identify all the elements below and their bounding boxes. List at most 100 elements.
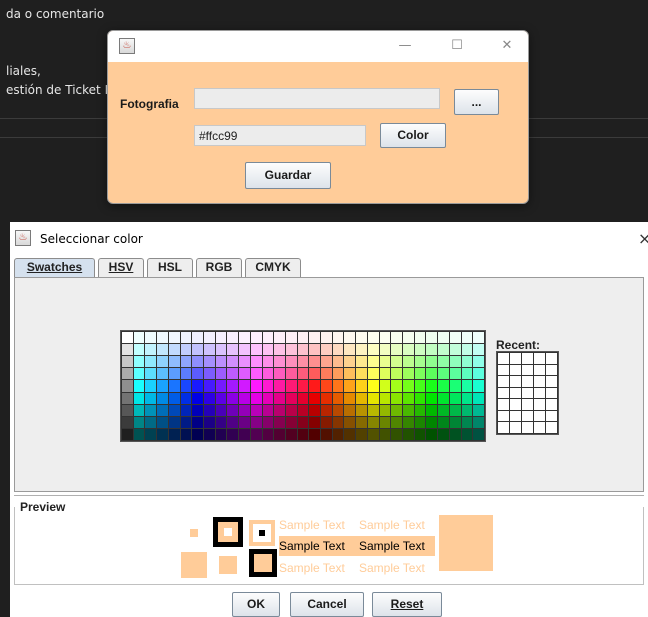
color-swatch[interactable] [180, 416, 192, 428]
color-swatch[interactable] [227, 332, 239, 344]
color-swatch[interactable] [262, 344, 274, 356]
color-swatch[interactable] [157, 416, 168, 428]
color-swatch[interactable] [344, 368, 356, 380]
color-swatch[interactable] [192, 428, 203, 440]
color-swatch[interactable] [391, 404, 403, 416]
color-swatch[interactable] [227, 380, 239, 392]
color-swatch[interactable] [133, 416, 145, 428]
color-swatch[interactable] [449, 356, 461, 368]
color-swatch[interactable] [145, 332, 157, 344]
recent-swatch[interactable] [546, 387, 557, 399]
color-swatch[interactable] [274, 392, 285, 404]
color-swatch[interactable] [274, 368, 285, 380]
color-swatch[interactable] [367, 332, 379, 344]
color-swatch[interactable] [438, 404, 449, 416]
color-swatch[interactable] [367, 392, 379, 404]
color-swatch[interactable] [461, 404, 473, 416]
color-swatch[interactable] [145, 416, 157, 428]
color-swatch[interactable] [203, 380, 215, 392]
color-swatch[interactable] [285, 368, 297, 380]
close-button[interactable]: ✕ [496, 37, 518, 55]
color-swatch[interactable] [122, 428, 133, 440]
color-swatch[interactable] [145, 356, 157, 368]
color-swatch[interactable] [180, 392, 192, 404]
color-swatch[interactable] [321, 332, 332, 344]
save-button[interactable]: Guardar [245, 162, 331, 189]
color-swatch[interactable] [379, 356, 391, 368]
recent-swatch[interactable] [534, 364, 545, 376]
color-swatch[interactable] [367, 404, 379, 416]
color-swatch[interactable] [227, 392, 239, 404]
recent-swatch[interactable] [510, 364, 521, 376]
color-swatch[interactable] [274, 344, 285, 356]
color-swatch[interactable] [180, 368, 192, 380]
color-swatch[interactable] [215, 416, 227, 428]
color-swatch[interactable] [192, 332, 203, 344]
color-swatch[interactable] [297, 368, 309, 380]
color-swatch[interactable] [391, 380, 403, 392]
color-swatch[interactable] [145, 344, 157, 356]
color-swatch[interactable] [332, 356, 344, 368]
color-swatch[interactable] [332, 416, 344, 428]
color-swatch[interactable] [391, 428, 403, 440]
color-swatch[interactable] [461, 416, 473, 428]
color-swatch[interactable] [438, 416, 449, 428]
color-swatch[interactable] [239, 368, 250, 380]
browse-button[interactable]: ... [454, 89, 499, 115]
color-swatch[interactable] [157, 428, 168, 440]
color-swatch[interactable] [309, 356, 321, 368]
color-hex-field[interactable]: #ffcc99 [194, 125, 366, 146]
color-swatch[interactable] [356, 368, 367, 380]
color-swatch[interactable] [285, 356, 297, 368]
color-swatch[interactable] [391, 392, 403, 404]
color-swatch[interactable] [227, 404, 239, 416]
color-swatch[interactable] [145, 392, 157, 404]
color-swatch[interactable] [344, 332, 356, 344]
color-swatch[interactable] [274, 356, 285, 368]
recent-swatch[interactable] [498, 387, 509, 399]
recent-swatch[interactable] [510, 422, 521, 433]
color-swatch[interactable] [192, 416, 203, 428]
color-swatch[interactable] [461, 332, 473, 344]
recent-swatch[interactable] [522, 376, 533, 387]
color-swatch[interactable] [239, 380, 250, 392]
color-swatch[interactable] [122, 380, 133, 392]
recent-swatch[interactable] [534, 353, 545, 364]
color-swatch[interactable] [367, 416, 379, 428]
recent-swatch[interactable] [534, 399, 545, 410]
color-swatch[interactable] [438, 428, 449, 440]
color-swatch[interactable] [192, 344, 203, 356]
color-swatch[interactable] [239, 344, 250, 356]
recent-swatch[interactable] [546, 376, 557, 387]
color-swatch[interactable] [297, 392, 309, 404]
color-swatch[interactable] [297, 380, 309, 392]
color-swatch[interactable] [356, 392, 367, 404]
photo-path-field[interactable] [194, 88, 440, 109]
color-swatch[interactable] [203, 332, 215, 344]
color-swatch[interactable] [192, 368, 203, 380]
color-swatch[interactable] [192, 404, 203, 416]
color-swatch[interactable] [391, 416, 403, 428]
color-swatch[interactable] [414, 368, 426, 380]
color-swatch[interactable] [180, 380, 192, 392]
color-swatch[interactable] [414, 332, 426, 344]
color-swatch[interactable] [332, 404, 344, 416]
color-swatch[interactable] [285, 392, 297, 404]
recent-swatch[interactable] [498, 376, 509, 387]
color-swatch[interactable] [438, 380, 449, 392]
color-swatch[interactable] [344, 416, 356, 428]
color-swatch[interactable] [157, 404, 168, 416]
color-swatch[interactable] [168, 428, 180, 440]
color-swatch[interactable] [367, 356, 379, 368]
color-swatch[interactable] [426, 332, 438, 344]
color-swatch[interactable] [356, 404, 367, 416]
color-swatch[interactable] [449, 404, 461, 416]
color-swatch[interactable] [356, 428, 367, 440]
color-swatch[interactable] [438, 332, 449, 344]
color-swatch[interactable] [274, 404, 285, 416]
color-swatch[interactable] [356, 344, 367, 356]
color-swatch[interactable] [133, 392, 145, 404]
color-swatch[interactable] [133, 428, 145, 440]
color-swatch[interactable] [239, 428, 250, 440]
color-swatch[interactable] [379, 428, 391, 440]
